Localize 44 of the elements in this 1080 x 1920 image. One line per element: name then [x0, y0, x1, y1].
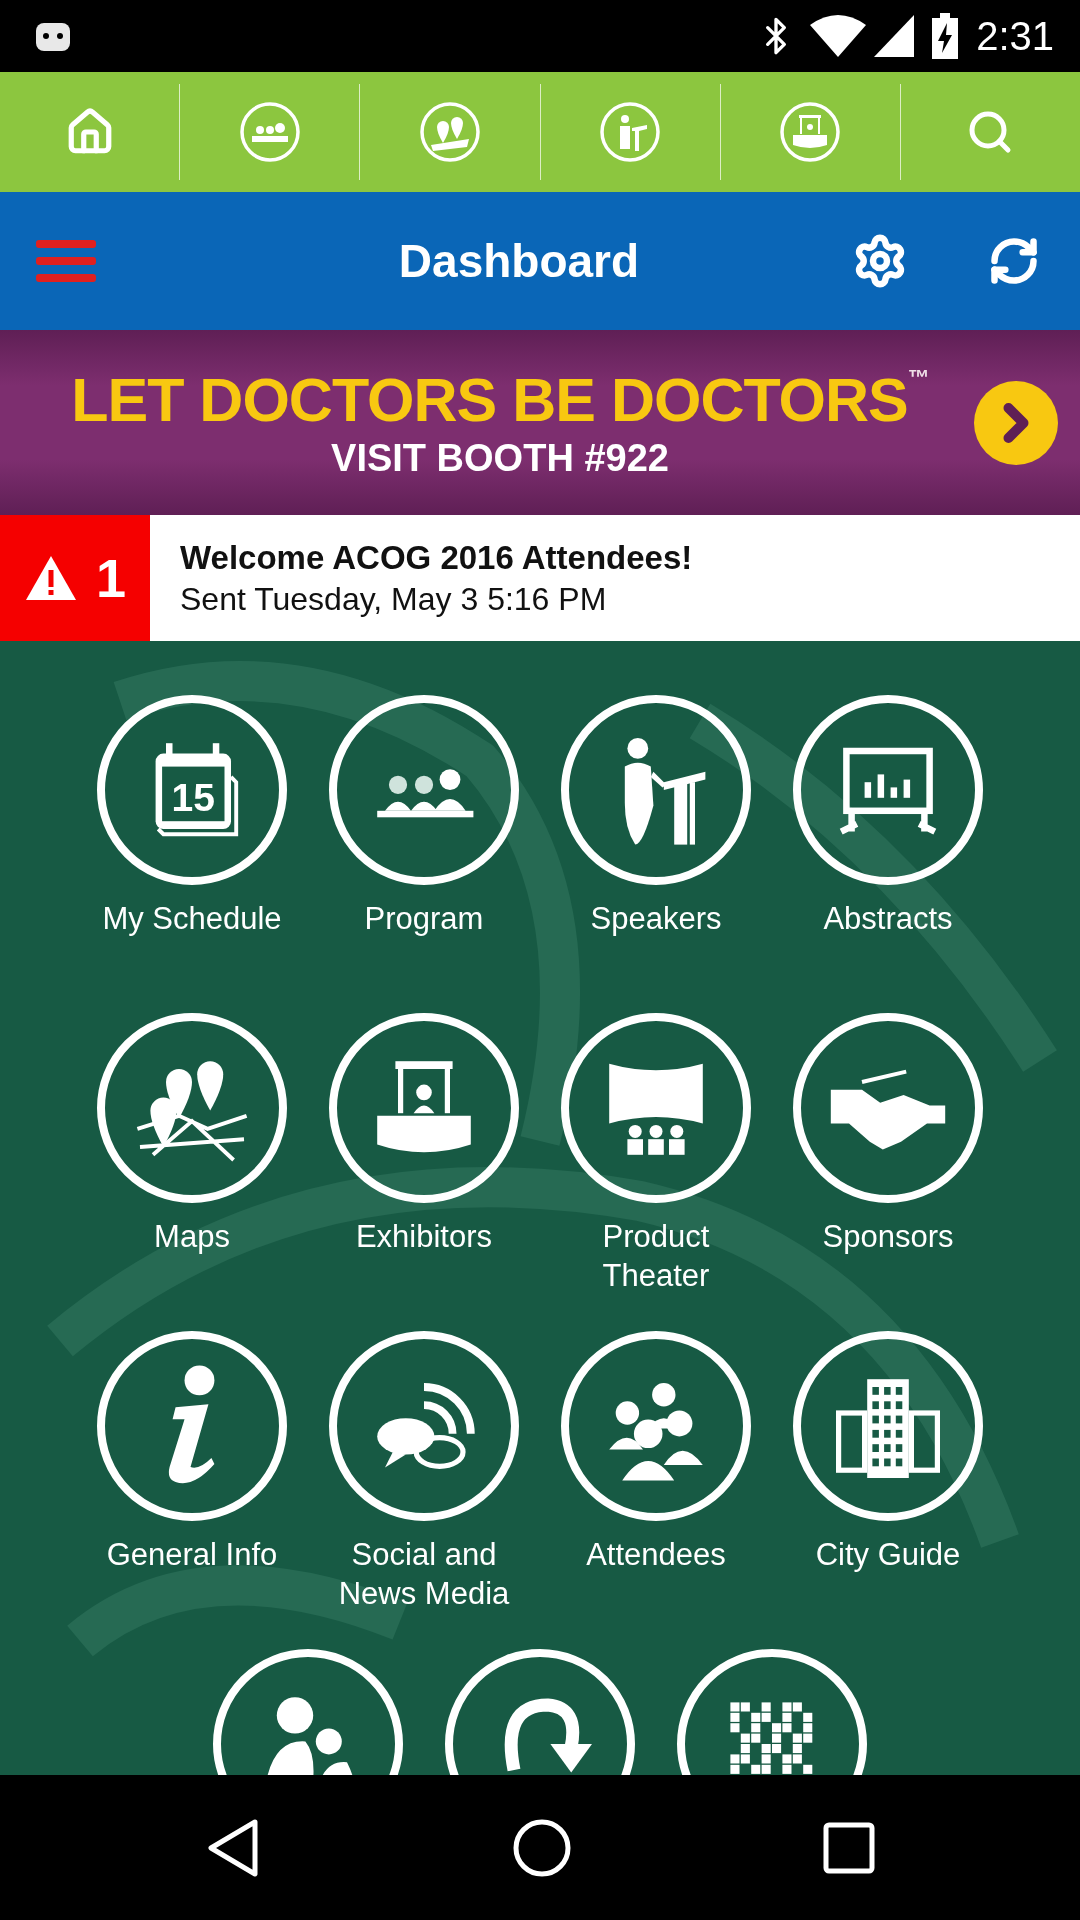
tile-label: Exhibitors — [354, 1218, 494, 1256]
audience-icon — [238, 101, 301, 163]
dashboard-tile[interactable]: Social and News Media — [308, 1331, 540, 1613]
dashboard-tile[interactable]: 15 My Schedule — [76, 695, 308, 977]
recent-apps-button[interactable] — [822, 1821, 875, 1874]
map-pins-icon — [418, 101, 481, 163]
dashboard-tile[interactable]: Program — [308, 695, 540, 977]
warning-icon — [23, 554, 78, 602]
dashboard-tile[interactable]: City Guide — [772, 1331, 1004, 1613]
tile-label: Maps — [153, 1218, 231, 1256]
tile-label: City Guide — [814, 1536, 962, 1574]
dashboard-tile[interactable]: Product Theater — [540, 1013, 772, 1295]
tile-label: Program — [363, 900, 485, 938]
signal-icon — [874, 15, 915, 57]
dashboard-tile[interactable]: Attendees — [540, 1331, 772, 1613]
dashboard-tile[interactable]: Abstracts — [772, 695, 1004, 977]
home-button[interactable] — [512, 1817, 572, 1878]
banner-headline: LET DOCTORS BE DOCTORS$^{™}$ — [71, 365, 929, 435]
banner-subline: VISIT BOOTH #922 — [331, 437, 669, 480]
dashboard-tile[interactable]: Exhibitors — [308, 1013, 540, 1295]
ad-banner[interactable]: LET DOCTORS BE DOCTORS$^{™}$ VISIT BOOTH #922 — [0, 330, 1080, 515]
dashboard-tile[interactable]: Speakers — [540, 695, 772, 977]
page-title: Dashboard — [397, 234, 641, 288]
tile-label: Product Theater — [601, 1218, 711, 1295]
tile-label: Attendees — [585, 1536, 727, 1574]
exhibit-booth-icon — [779, 101, 842, 163]
tile-label: Speakers — [589, 900, 723, 938]
wifi-icon — [810, 15, 867, 57]
battery-charging-icon — [932, 13, 959, 59]
dashboard-tile[interactable]: General Info — [76, 1331, 308, 1613]
dashboard-tile[interactable]: Sponsors — [772, 1013, 1004, 1295]
tile-label: Sponsors — [821, 1218, 955, 1256]
status-time: 2:31 — [976, 13, 1054, 59]
refresh-button[interactable] — [988, 235, 1040, 287]
tile-label: Abstracts — [822, 900, 954, 938]
speaker-at-podium-icon — [599, 101, 662, 163]
alert-title: Welcome ACOG 2016 Attendees! — [180, 538, 693, 577]
dashboard-tile[interactable]: Maps — [76, 1013, 308, 1295]
tile-label: My Schedule — [101, 900, 283, 938]
alert-banner[interactable]: 1 Welcome ACOG 2016 Attendees! Sent Tuesday, May 3 5:16 PM — [0, 515, 1080, 641]
alert-count: 1 — [95, 547, 126, 609]
tile-label: Social and News Media — [337, 1536, 511, 1613]
alert-time: Sent Tuesday, May 3 5:16 PM — [180, 580, 608, 618]
tile-label: General Info — [105, 1536, 279, 1574]
